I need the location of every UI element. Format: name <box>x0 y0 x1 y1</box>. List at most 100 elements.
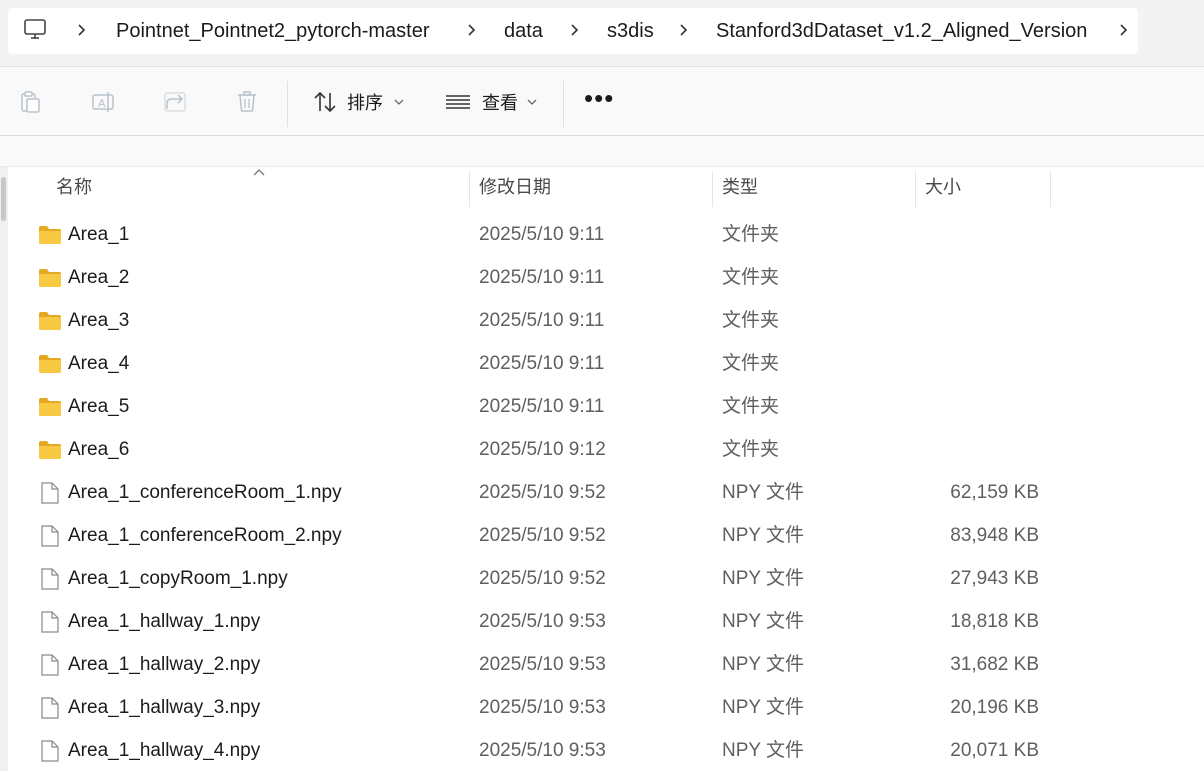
computer-icon[interactable] <box>22 16 48 42</box>
column-divider[interactable] <box>915 171 916 207</box>
details-strip <box>0 136 1204 167</box>
sort-ascending-icon <box>253 169 265 176</box>
file-date: 2025/5/10 9:11 <box>479 224 605 245</box>
file-name[interactable]: Area_1_hallway_2.npy <box>68 643 260 686</box>
file-name[interactable]: Area_1_copyRoom_1.npy <box>68 557 288 600</box>
folder-row[interactable]: Area_1 2025/5/10 9:11 文件夹 <box>30 213 1050 256</box>
view-icon[interactable] <box>445 89 471 115</box>
folder-icon <box>39 226 61 244</box>
scroll-track[interactable] <box>0 167 8 771</box>
file-type: 文件夹 <box>722 267 780 288</box>
scroll-thumb[interactable] <box>1 177 6 221</box>
file-icon <box>41 482 59 504</box>
folder-row[interactable]: Area_4 2025/5/10 9:11 文件夹 <box>30 342 1050 385</box>
file-size: 27,943 KB <box>950 568 1039 589</box>
column-header-name[interactable]: 名称 <box>56 167 92 207</box>
chevron-right-icon[interactable] <box>569 20 581 40</box>
file-type: NPY 文件 <box>722 654 805 675</box>
column-header-type[interactable]: 类型 <box>722 167 758 207</box>
file-icon <box>41 568 59 590</box>
file-date: 2025/5/10 9:53 <box>479 740 606 761</box>
file-type: NPY 文件 <box>722 568 805 589</box>
column-divider[interactable] <box>712 171 713 207</box>
chevron-right-icon[interactable] <box>678 20 690 40</box>
file-name[interactable]: Area_3 <box>68 299 129 342</box>
file-name[interactable]: Area_5 <box>68 385 129 428</box>
column-header-size[interactable]: 大小 <box>925 167 961 207</box>
file-name[interactable]: Area_1 <box>68 213 129 256</box>
file-name[interactable]: Area_1_hallway_3.npy <box>68 686 260 729</box>
file-type: NPY 文件 <box>722 525 805 546</box>
file-date: 2025/5/10 9:53 <box>479 611 606 632</box>
column-header-date[interactable]: 修改日期 <box>479 167 551 207</box>
folder-row[interactable]: Area_6 2025/5/10 9:12 文件夹 <box>30 428 1050 471</box>
file-row[interactable]: Area_1_copyRoom_1.npy 2025/5/10 9:52 NPY 文… <box>30 557 1050 600</box>
file-name[interactable]: Area_6 <box>68 428 129 471</box>
toolbar-divider <box>563 81 564 127</box>
sort-icon[interactable] <box>312 89 338 115</box>
file-row[interactable]: Area_1_conferenceRoom_2.npy 2025/5/10 9:5… <box>30 514 1050 557</box>
file-date: 2025/5/10 9:11 <box>479 267 605 288</box>
file-name[interactable]: Area_4 <box>68 342 129 385</box>
breadcrumb-item-s3dis[interactable]: s3dis <box>607 18 654 44</box>
paste-icon[interactable] <box>18 89 44 115</box>
chevron-right-icon[interactable] <box>1118 20 1130 40</box>
file-row[interactable]: Area_1_hallway_3.npy 2025/5/10 9:53 NPY 文件… <box>30 686 1050 729</box>
file-name[interactable]: Area_2 <box>68 256 129 299</box>
file-size <box>910 213 1039 256</box>
view-button[interactable]: 查看 <box>482 91 518 115</box>
chevron-down-icon[interactable] <box>527 98 537 106</box>
file-date: 2025/5/10 9:52 <box>479 568 606 589</box>
file-size: 20,071 KB <box>950 740 1039 761</box>
folder-icon <box>39 312 61 330</box>
file-name[interactable]: Area_1_conferenceRoom_2.npy <box>68 514 342 557</box>
file-row[interactable]: Area_1_hallway_2.npy 2025/5/10 9:53 NPY 文件… <box>30 643 1050 686</box>
file-date: 2025/5/10 9:53 <box>479 654 606 675</box>
folder-icon <box>39 441 61 459</box>
file-type: NPY 文件 <box>722 611 805 632</box>
breadcrumb-item-root[interactable]: Pointnet_Pointnet2_pytorch-master <box>116 18 430 44</box>
folder-icon <box>39 269 61 287</box>
file-type: 文件夹 <box>722 224 780 245</box>
chevron-right-icon[interactable] <box>466 20 478 40</box>
column-divider[interactable] <box>469 171 470 207</box>
svg-text:A: A <box>98 97 106 110</box>
file-size: 18,818 KB <box>950 611 1039 632</box>
file-row[interactable]: Area_1_conferenceRoom_1.npy 2025/5/10 9:5… <box>30 471 1050 514</box>
file-row[interactable]: Area_1_hallway_4.npy 2025/5/10 9:53 NPY 文件… <box>30 729 1050 772</box>
file-name[interactable]: Area_1_conferenceRoom_1.npy <box>68 471 342 514</box>
file-date: 2025/5/10 9:53 <box>479 697 606 718</box>
share-icon[interactable] <box>162 89 188 115</box>
file-name[interactable]: Area_1_hallway_1.npy <box>68 600 260 643</box>
column-divider[interactable] <box>1050 171 1051 207</box>
sort-button[interactable]: 排序 <box>347 91 383 115</box>
breadcrumb-item-data[interactable]: data <box>504 18 543 44</box>
folder-icon <box>39 398 61 416</box>
more-options-button[interactable]: ••• <box>584 85 616 115</box>
address-bar: Pointnet_Pointnet2_pytorch-master data s… <box>0 0 1204 67</box>
chevron-right-icon[interactable] <box>76 20 88 40</box>
file-type: NPY 文件 <box>722 697 805 718</box>
file-size <box>910 342 1039 385</box>
folder-row[interactable]: Area_3 2025/5/10 9:11 文件夹 <box>30 299 1050 342</box>
toolbar-divider <box>287 81 288 127</box>
file-date: 2025/5/10 9:12 <box>479 439 606 460</box>
file-type: NPY 文件 <box>722 740 805 761</box>
breadcrumb-item-current[interactable]: Stanford3dDataset_v1.2_Aligned_Version <box>716 18 1087 44</box>
file-date: 2025/5/10 9:11 <box>479 396 605 417</box>
folder-row[interactable]: Area_5 2025/5/10 9:11 文件夹 <box>30 385 1050 428</box>
rename-icon[interactable]: A <box>90 89 116 115</box>
file-row[interactable]: Area_1_hallway_1.npy 2025/5/10 9:53 NPY 文件… <box>30 600 1050 643</box>
folder-row[interactable]: Area_2 2025/5/10 9:11 文件夹 <box>30 256 1050 299</box>
file-icon <box>41 697 59 719</box>
file-icon <box>41 525 59 547</box>
file-date: 2025/5/10 9:11 <box>479 353 605 374</box>
chevron-down-icon[interactable] <box>394 98 404 106</box>
file-type: 文件夹 <box>722 310 780 331</box>
command-bar: A 排序 查看 ••• <box>0 67 1204 136</box>
file-type: 文件夹 <box>722 396 780 417</box>
delete-icon[interactable] <box>234 89 260 115</box>
file-icon <box>41 654 59 676</box>
file-name[interactable]: Area_1_hallway_4.npy <box>68 729 260 772</box>
file-size <box>910 299 1039 342</box>
